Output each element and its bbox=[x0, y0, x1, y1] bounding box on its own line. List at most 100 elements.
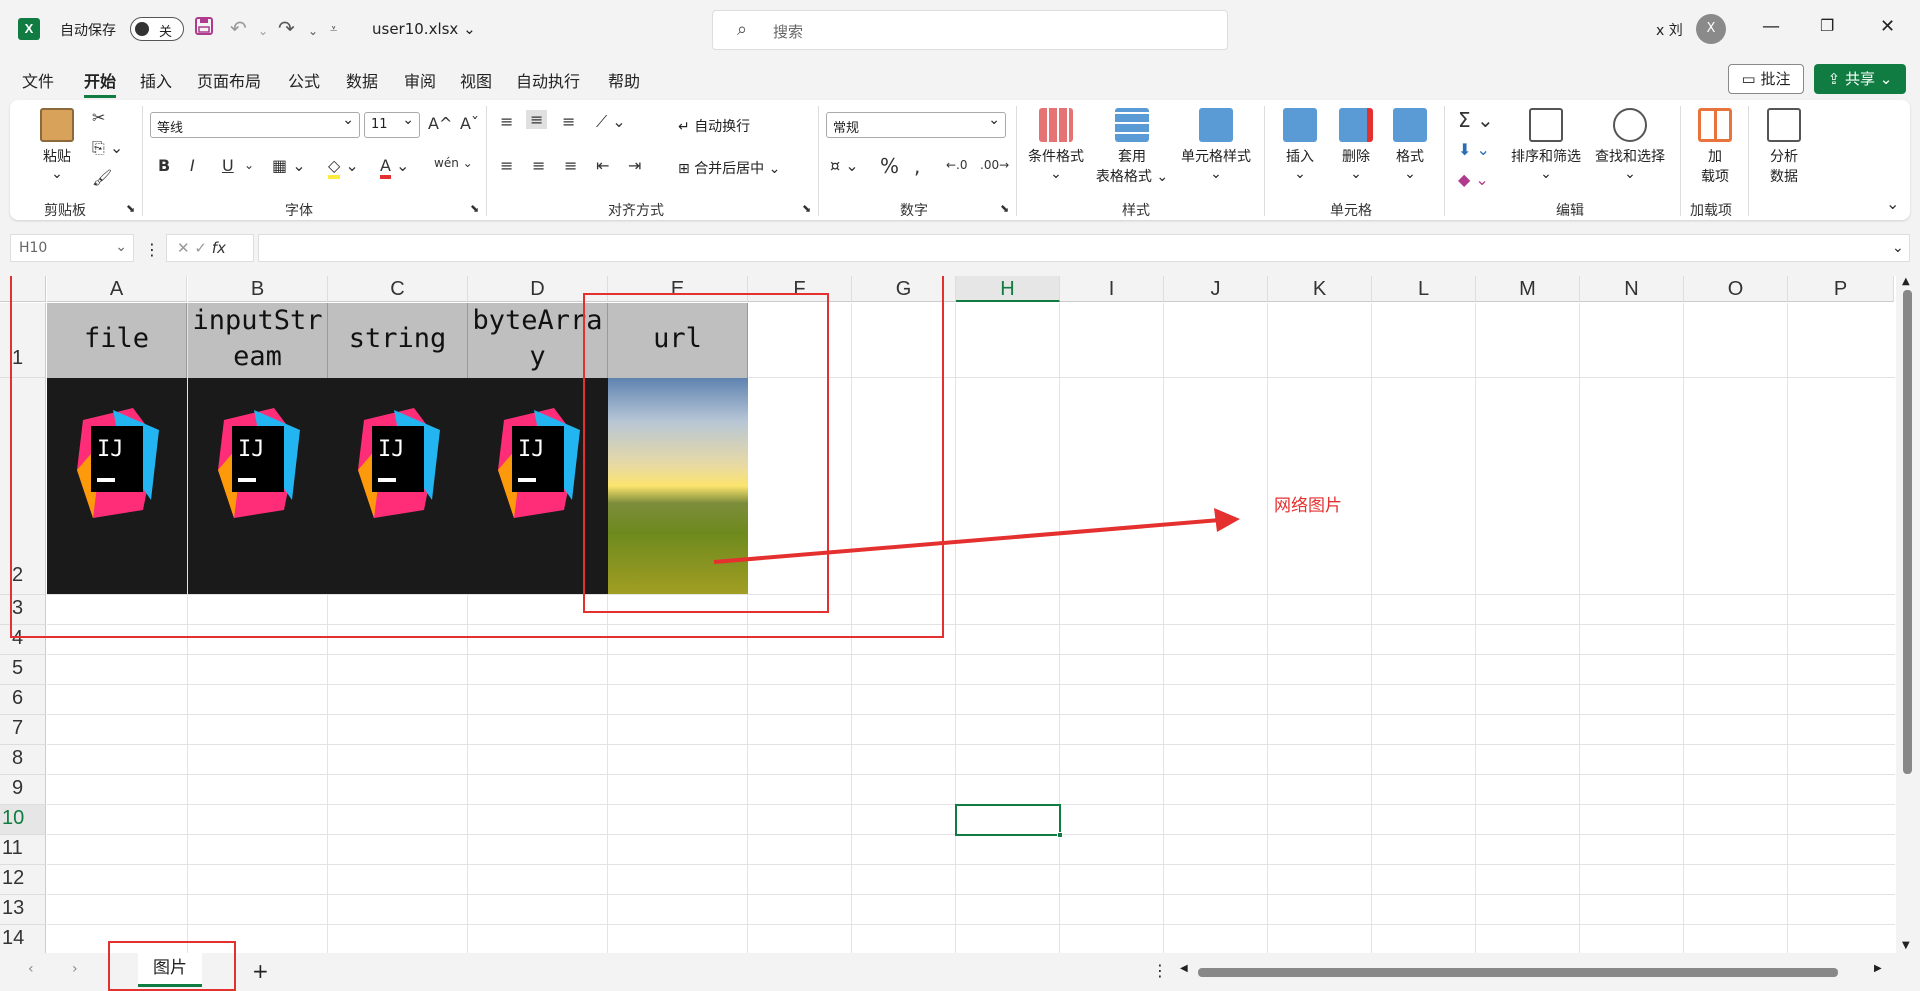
increase-indent-icon[interactable]: ⇥ bbox=[628, 156, 641, 175]
align-center-icon[interactable]: ≡ bbox=[532, 156, 545, 175]
vertical-scroll-thumb[interactable] bbox=[1903, 290, 1912, 774]
column-header-n[interactable]: N bbox=[1580, 276, 1684, 302]
insert-function-icon[interactable]: fx bbox=[212, 239, 226, 257]
align-right-icon[interactable]: ≡ bbox=[564, 156, 577, 175]
delete-cells-button[interactable]: 删除 ⌄ bbox=[1332, 108, 1380, 182]
row-header-11[interactable]: 11 bbox=[0, 835, 46, 865]
font-color-icon[interactable]: A ⌄ bbox=[380, 156, 409, 179]
addins-button[interactable]: 加载项 bbox=[1690, 108, 1740, 186]
user-name[interactable]: x 刘 bbox=[1656, 20, 1683, 40]
comma-icon[interactable]: , bbox=[914, 154, 920, 178]
number-launcher-icon[interactable]: ⬊ bbox=[1000, 202, 1009, 215]
increase-font-icon[interactable]: A^ bbox=[428, 114, 452, 133]
worksheet-grid[interactable]: A B C D E F G H I J K L M N O P 1 2 3 4 … bbox=[0, 276, 1920, 953]
find-select-button[interactable]: 查找和选择 ⌄ bbox=[1590, 108, 1670, 182]
expand-formula-icon[interactable]: ⌄ bbox=[1892, 240, 1904, 256]
row-header-6[interactable]: 6 bbox=[0, 685, 46, 715]
row-header-5[interactable]: 5 bbox=[0, 655, 46, 685]
column-header-p[interactable]: P bbox=[1788, 276, 1894, 302]
row-header-10[interactable]: 10 bbox=[0, 805, 46, 835]
menu-help[interactable]: 帮助 bbox=[608, 68, 640, 92]
analyze-data-button[interactable]: 分析 数据 bbox=[1756, 108, 1812, 186]
add-sheet-button[interactable]: + bbox=[252, 959, 269, 983]
autosave-toggle[interactable]: 关 bbox=[130, 17, 184, 41]
currency-icon[interactable]: ¤ ⌄ bbox=[830, 156, 859, 175]
conditional-formatting-button[interactable]: 条件格式 ⌄ bbox=[1024, 108, 1088, 182]
menu-automate[interactable]: 自动执行 bbox=[516, 68, 580, 92]
name-box[interactable]: H10 ⌄ bbox=[10, 234, 134, 262]
scroll-right-icon[interactable]: ▶ bbox=[1874, 963, 1882, 974]
alignment-launcher-icon[interactable]: ⬊ bbox=[802, 202, 811, 215]
cancel-icon[interactable]: ✕ bbox=[177, 239, 190, 257]
align-left-icon[interactable]: ≡ bbox=[500, 156, 513, 175]
row-header-14[interactable]: 14 bbox=[0, 925, 46, 953]
row-header-9[interactable]: 9 bbox=[0, 775, 46, 805]
copy-icon[interactable]: ⎘ ⌄ bbox=[92, 138, 123, 158]
menu-formulas[interactable]: 公式 bbox=[288, 68, 320, 92]
font-launcher-icon[interactable]: ⬊ bbox=[470, 202, 479, 215]
minimize-icon[interactable]: — bbox=[1762, 16, 1780, 37]
restore-icon[interactable]: ❐ bbox=[1820, 16, 1834, 35]
format-cells-button[interactable]: 格式 ⌄ bbox=[1386, 108, 1434, 182]
scroll-up-icon[interactable]: ▲ bbox=[1902, 276, 1910, 287]
vertical-scrollbar[interactable]: ▲ ▼ bbox=[1896, 276, 1920, 953]
horizontal-scroll-thumb[interactable] bbox=[1198, 968, 1838, 977]
row-header-8[interactable]: 8 bbox=[0, 745, 46, 775]
file-name[interactable]: user10.xlsx ⌄ bbox=[372, 20, 476, 38]
redo-icon[interactable]: ↷ bbox=[278, 16, 295, 40]
search-box[interactable]: ⌕ 搜索 bbox=[712, 10, 1228, 50]
close-icon[interactable]: ✕ bbox=[1880, 16, 1895, 37]
redo-dropdown-icon[interactable]: ⌄ bbox=[308, 24, 318, 38]
underline-button[interactable]: U bbox=[222, 156, 234, 175]
clear-icon[interactable]: ◆ ⌄ bbox=[1458, 170, 1489, 189]
menu-view[interactable]: 视图 bbox=[460, 68, 492, 92]
decrease-indent-icon[interactable]: ⇤ bbox=[596, 156, 609, 175]
menu-file[interactable]: 文件 bbox=[22, 68, 54, 92]
next-sheet-icon[interactable]: › bbox=[72, 961, 78, 977]
column-header-k[interactable]: K bbox=[1268, 276, 1372, 302]
orientation-icon[interactable]: ⟋ ⌄ bbox=[596, 112, 626, 132]
phonetic-icon[interactable]: wén ⌄ bbox=[434, 156, 473, 170]
enter-icon[interactable]: ✓ bbox=[194, 239, 207, 257]
column-header-i[interactable]: I bbox=[1060, 276, 1164, 302]
menu-insert[interactable]: 插入 bbox=[140, 68, 172, 92]
bold-button[interactable]: B bbox=[158, 156, 170, 175]
sort-filter-button[interactable]: 排序和筛选 ⌄ bbox=[1506, 108, 1586, 182]
scroll-left-icon[interactable]: ◀ bbox=[1180, 963, 1188, 974]
column-header-o[interactable]: O bbox=[1684, 276, 1788, 302]
decrease-font-icon[interactable]: Aˇ bbox=[460, 114, 479, 133]
avatar[interactable]: X bbox=[1696, 14, 1726, 44]
align-top-icon[interactable]: ≡ bbox=[500, 112, 513, 131]
fill-handle[interactable] bbox=[1057, 832, 1063, 838]
italic-button[interactable]: I bbox=[190, 156, 195, 175]
fill-color-icon[interactable]: ◇ ⌄ bbox=[328, 156, 359, 179]
scroll-down-icon[interactable]: ▼ bbox=[1902, 940, 1910, 951]
horizontal-scrollbar[interactable]: ◀ ▶ bbox=[1178, 963, 1888, 981]
menu-data[interactable]: 数据 bbox=[346, 68, 378, 92]
selected-cell-h10[interactable] bbox=[955, 804, 1063, 838]
cell-styles-button[interactable]: 单元格样式 ⌄ bbox=[1174, 108, 1258, 182]
format-as-table-button[interactable]: 套用 表格格式 ⌄ bbox=[1094, 108, 1170, 186]
increase-decimal-icon[interactable]: ←.0 bbox=[946, 158, 968, 172]
column-header-h[interactable]: H bbox=[956, 276, 1060, 302]
undo-dropdown-icon[interactable]: ⌄ bbox=[258, 24, 268, 38]
sheet-tab-active[interactable]: 图片 bbox=[138, 953, 202, 987]
percent-icon[interactable]: % bbox=[880, 154, 899, 178]
number-format-select[interactable]: 常规 bbox=[826, 112, 1006, 138]
wrap-text-button[interactable]: ↵ 自动换行 bbox=[678, 116, 750, 136]
decrease-decimal-icon[interactable]: .00→ bbox=[980, 158, 1009, 172]
cut-icon[interactable]: ✂ bbox=[92, 108, 105, 127]
column-header-l[interactable]: L bbox=[1372, 276, 1476, 302]
comments-button[interactable]: ▭ 批注 bbox=[1728, 64, 1804, 94]
formula-options-icon[interactable]: ⋮ bbox=[144, 240, 160, 259]
font-name-select[interactable]: 等线 bbox=[150, 112, 360, 138]
save-icon[interactable] bbox=[194, 16, 214, 41]
formula-input[interactable] bbox=[258, 234, 1910, 262]
underline-dropdown-icon[interactable]: ⌄ bbox=[244, 158, 254, 172]
prev-sheet-icon[interactable]: ‹ bbox=[28, 961, 34, 977]
row-header-7[interactable]: 7 bbox=[0, 715, 46, 745]
fill-icon[interactable]: ⬇ ⌄ bbox=[1458, 140, 1490, 159]
menu-page-layout[interactable]: 页面布局 bbox=[197, 68, 261, 92]
insert-cells-button[interactable]: 插入 ⌄ bbox=[1276, 108, 1324, 182]
align-bottom-icon[interactable]: ≡ bbox=[562, 112, 575, 131]
